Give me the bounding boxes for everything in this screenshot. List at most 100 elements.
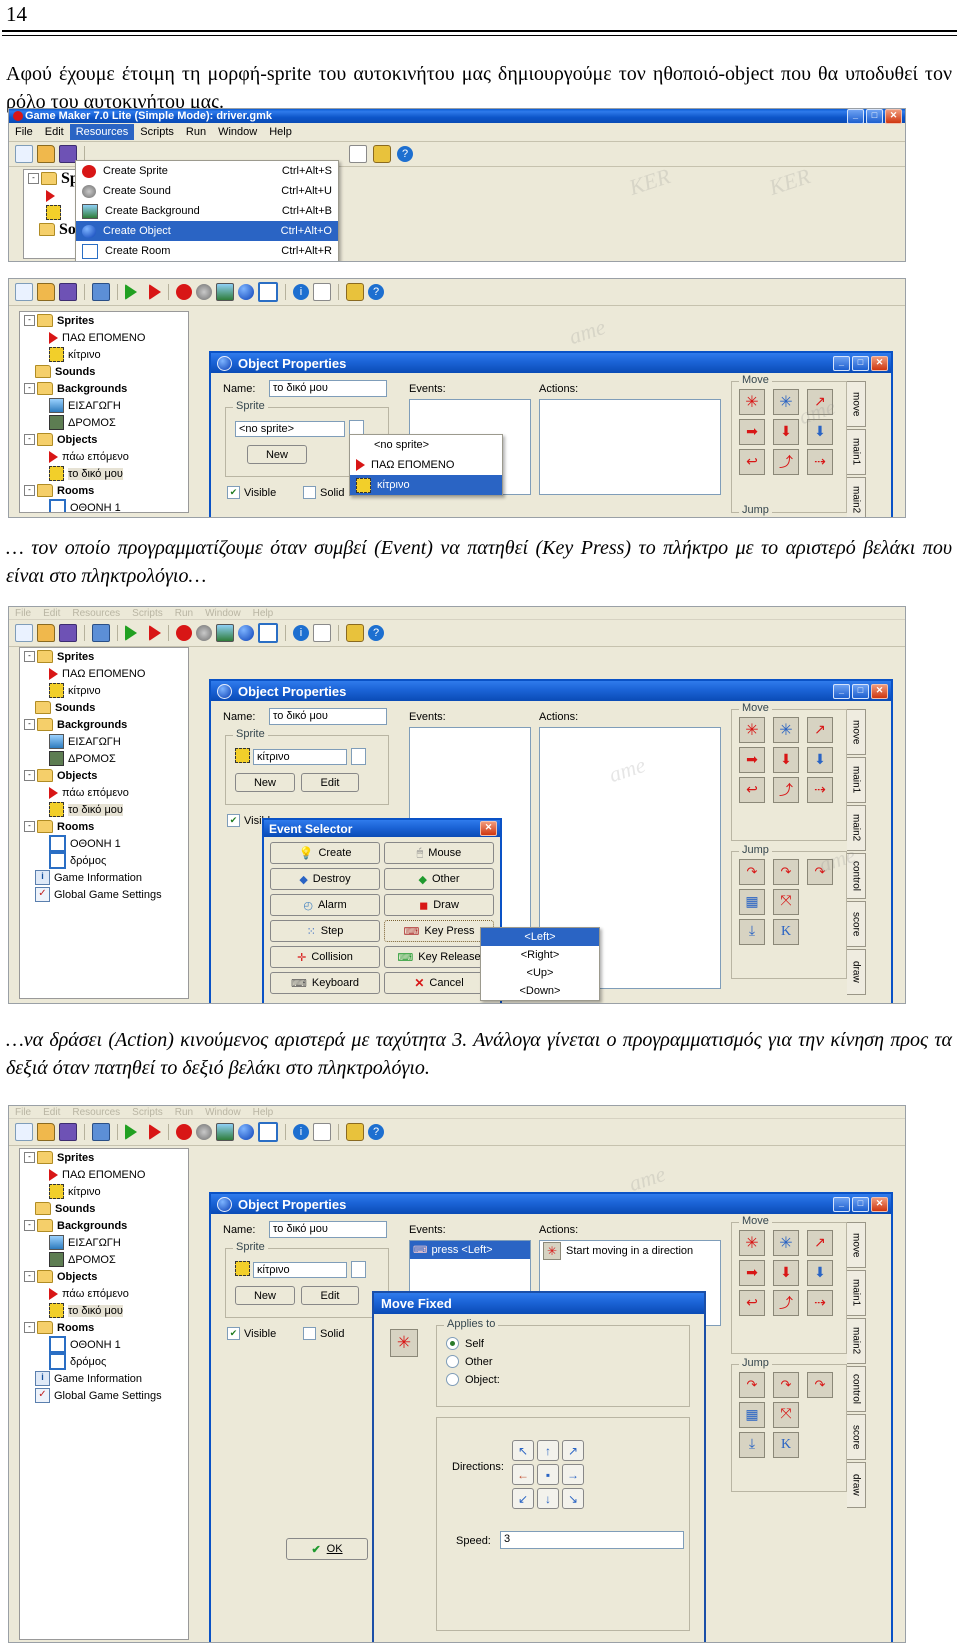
menu-file[interactable]: File	[9, 607, 37, 621]
visible-checkbox[interactable]: ✔	[227, 814, 240, 827]
edit-sprite-button[interactable]: Edit	[301, 773, 359, 792]
menu-run[interactable]: Run	[169, 607, 199, 621]
tree-node[interactable]: - Backgrounds	[20, 1217, 188, 1234]
applies-to-object-row[interactable]: Object:	[446, 1373, 500, 1386]
tree-node[interactable]: κίτρινο	[20, 682, 188, 699]
tree-node[interactable]: Sounds	[20, 699, 188, 716]
app-toolbar[interactable]: i ?	[9, 279, 905, 306]
open-file-icon[interactable]	[37, 1123, 55, 1141]
save-all-icon[interactable]	[92, 283, 110, 301]
tree-node[interactable]: ΔΡΟΜΟΣ	[20, 1251, 188, 1268]
reverse-horizontal-icon[interactable]: ↩	[739, 1290, 765, 1316]
tree-node[interactable]: i Game Information	[20, 869, 188, 886]
tree-node[interactable]: - Sprites	[20, 312, 188, 329]
dialog-window-controls[interactable]: _ □ ✕	[833, 355, 891, 371]
close-icon[interactable]: ✕	[871, 355, 888, 371]
menu-edit[interactable]: Edit	[37, 1106, 66, 1120]
close-icon[interactable]: ✕	[885, 109, 902, 124]
resource-tree-nodes[interactable]: - Sprites ΠΑΩ ΕΠΟΜΕΝΟ κίτρινο Sounds - Backgro…	[20, 312, 188, 512]
tab-main1[interactable]: main1	[847, 429, 866, 475]
tree-node[interactable]: το δικό μου	[20, 465, 188, 482]
tree-node[interactable]: ΠΑΩ ΕΠΟΜΕΝΟ	[20, 329, 188, 346]
direction-down-button[interactable]: ↓	[537, 1488, 559, 1509]
resource-list-icon[interactable]	[349, 145, 367, 163]
tree-node[interactable]: - Backgrounds	[20, 716, 188, 733]
event-cancel-button[interactable]: ✕ Cancel	[384, 972, 494, 994]
event-other-button[interactable]: ◆ Other	[384, 868, 494, 890]
menu-resources[interactable]: Resources	[66, 1106, 126, 1120]
menu-resources[interactable]: Resources	[69, 124, 135, 140]
wrap-screen-icon[interactable]: ⤧	[773, 1402, 799, 1428]
close-icon[interactable]: ✕	[871, 683, 888, 699]
align-grid-icon[interactable]: ▦	[739, 1402, 765, 1428]
menu-item-create-room[interactable]: Create Room Ctrl+Alt+R	[76, 241, 338, 261]
background-icon[interactable]	[216, 283, 234, 301]
tree-node[interactable]: - Sprites	[20, 1149, 188, 1166]
sprite-option-kitrino[interactable]: κίτρινο	[350, 475, 502, 495]
jump-start-icon[interactable]: ↷	[773, 859, 799, 885]
tree-node[interactable]: ✓ Global Game Settings	[20, 886, 188, 903]
maximize-icon[interactable]: □	[852, 683, 869, 699]
tree-node[interactable]: κίτρινο	[20, 346, 188, 363]
tree-node[interactable]: - Backgrounds	[20, 380, 188, 397]
app-toolbar[interactable]: i ?	[9, 620, 905, 647]
tree-node[interactable]: ΔΡΟΜΟΣ	[20, 750, 188, 767]
menu-item-create-sprite[interactable]: Create Sprite Ctrl+Alt+S	[76, 161, 338, 181]
maximize-icon[interactable]: □	[866, 109, 883, 124]
tab-score[interactable]: score	[847, 901, 866, 947]
object-name-input[interactable]: το δικό μου	[269, 380, 387, 397]
move-action-grid[interactable]: ✳ ✳ ↗ ➡ ⬇ ⬇ ↩ ⤴ ⇢	[739, 389, 837, 475]
debug-run-icon[interactable]	[149, 284, 161, 300]
menu-run[interactable]: Run	[180, 124, 212, 140]
tab-main2[interactable]: main2	[847, 1318, 866, 1364]
tree-node[interactable]: - Rooms	[20, 1319, 188, 1336]
minimize-icon[interactable]: _	[833, 355, 850, 371]
object-radio[interactable]	[446, 1373, 459, 1386]
move-to-contact-icon[interactable]: ⤓	[739, 919, 765, 945]
jump-position-icon[interactable]: ↷	[739, 859, 765, 885]
menu-scripts[interactable]: Scripts	[126, 607, 169, 621]
sound-icon[interactable]	[196, 625, 212, 641]
resource-tree[interactable]: - Sprites ΠΑΩ ΕΠΟΜΕΝΟ κίτρινο Sounds - Backgro…	[19, 311, 189, 513]
visible-checkbox[interactable]: ✔	[227, 486, 240, 499]
jump-random-icon[interactable]: ↷	[807, 1372, 833, 1398]
menu-edit[interactable]: Edit	[37, 607, 66, 621]
tab-draw[interactable]: draw	[847, 949, 866, 995]
save-all-icon[interactable]	[92, 1123, 110, 1141]
action-tabs[interactable]: move main1 main2 control score draw	[847, 1222, 866, 1508]
reverse-vertical-icon[interactable]: ⤴	[773, 1290, 799, 1316]
menu-help[interactable]: Help	[247, 1106, 280, 1120]
menu-window[interactable]: Window	[199, 607, 247, 621]
tree-node[interactable]: ΕΙΣΑΓΩΓΗ	[20, 733, 188, 750]
tree-node[interactable]: ΠΑΩ ΕΠΟΜΕΝΟ	[20, 665, 188, 682]
minimize-icon[interactable]: _	[833, 1196, 850, 1212]
info-icon[interactable]: i	[293, 1124, 309, 1140]
menu-window[interactable]: Window	[212, 124, 263, 140]
tree-node[interactable]: ΟΘΟΝΗ 1	[20, 835, 188, 852]
new-file-icon[interactable]	[15, 145, 33, 163]
event-list-item[interactable]: ⌨ press <Left>	[410, 1241, 530, 1259]
edit-sprite-button[interactable]: Edit	[301, 1286, 359, 1305]
tab-control[interactable]: control	[847, 853, 866, 899]
tree-expander[interactable]: -	[24, 1322, 35, 1333]
menu-help[interactable]: Help	[247, 607, 280, 621]
move-fixed-icon[interactable]: ✳	[773, 389, 799, 415]
jump-random-icon[interactable]: ↷	[807, 859, 833, 885]
set-friction-icon[interactable]: ⇢	[807, 1290, 833, 1316]
event-draw-button[interactable]: ◼ Draw	[384, 894, 494, 916]
tab-draw[interactable]: draw	[847, 1462, 866, 1508]
actions-list[interactable]	[539, 399, 721, 495]
tab-main1[interactable]: main1	[847, 757, 866, 803]
save-file-icon[interactable]	[59, 283, 77, 301]
new-file-icon[interactable]	[15, 1123, 33, 1141]
lock-icon[interactable]	[346, 624, 364, 642]
speed-vertical-icon[interactable]: ⬇	[773, 419, 799, 445]
event-selector-controls[interactable]: ✕	[480, 821, 500, 836]
maximize-icon[interactable]: □	[852, 355, 869, 371]
speed-horizontal-icon[interactable]: ➡	[739, 1260, 765, 1286]
wrap-screen-icon[interactable]: ⤧	[773, 889, 799, 915]
visible-checkbox[interactable]: ✔	[227, 1327, 240, 1340]
object-name-input[interactable]: το δικό μου	[269, 1221, 387, 1238]
object-icon[interactable]	[238, 284, 254, 300]
direction-stop-button[interactable]: ▪	[537, 1464, 559, 1485]
